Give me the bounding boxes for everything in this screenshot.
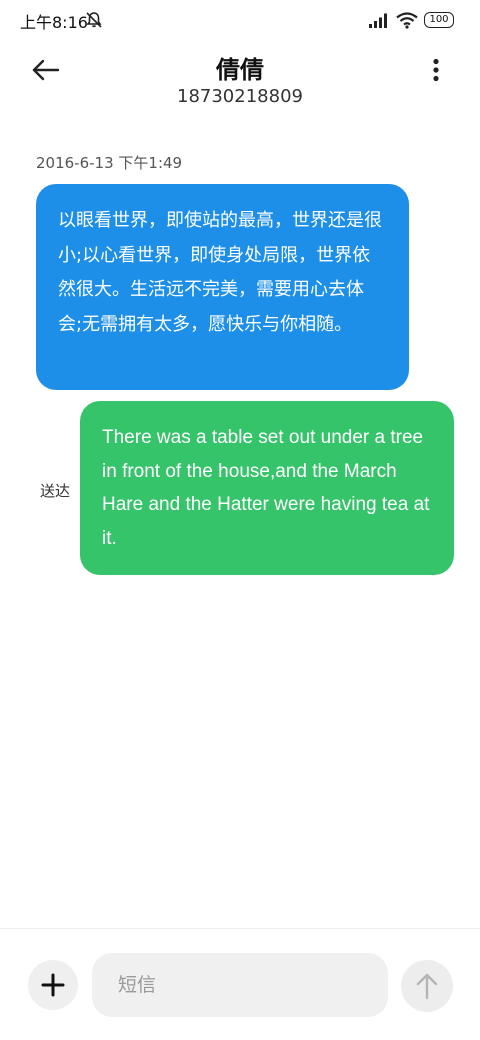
more-options-button[interactable] bbox=[422, 56, 450, 84]
outgoing-message-text: There was a table set out under a tree i… bbox=[102, 427, 430, 549]
message-timestamp: 2016-6-13 下午1:49 bbox=[36, 154, 183, 172]
mute-icon bbox=[86, 12, 102, 28]
more-vertical-icon bbox=[433, 58, 439, 82]
incoming-message-text: 以眼看世界，即使站的最高，世界还是很小;以心看世界，即使身处局限，世界依然很大。… bbox=[58, 210, 382, 335]
add-attachment-button[interactable] bbox=[28, 960, 78, 1010]
message-input[interactable] bbox=[118, 953, 368, 1017]
status-bar: 上午8:16 100 bbox=[0, 0, 480, 40]
battery-icon: 100 bbox=[424, 12, 454, 28]
message-input-container[interactable] bbox=[92, 953, 388, 1017]
incoming-message-bubble[interactable]: 以眼看世界，即使站的最高，世界还是很小;以心看世界，即使身处局限，世界依然很大。… bbox=[36, 184, 409, 390]
status-icons: 100 bbox=[368, 10, 454, 30]
composer-divider bbox=[0, 928, 480, 929]
status-time: 上午8:16 bbox=[20, 13, 88, 32]
delivery-status: 送达 bbox=[40, 482, 71, 500]
send-button[interactable] bbox=[401, 960, 453, 1012]
wifi-icon bbox=[396, 11, 418, 29]
outgoing-message-bubble[interactable]: There was a table set out under a tree i… bbox=[80, 401, 454, 575]
contact-number: 18730218809 bbox=[177, 86, 303, 107]
send-arrow-icon bbox=[416, 973, 438, 1000]
signal-icon bbox=[369, 13, 387, 28]
conversation-header: 倩倩 18730218809 bbox=[0, 40, 480, 120]
plus-icon bbox=[41, 973, 65, 997]
contact-name: 倩倩 bbox=[216, 56, 264, 84]
